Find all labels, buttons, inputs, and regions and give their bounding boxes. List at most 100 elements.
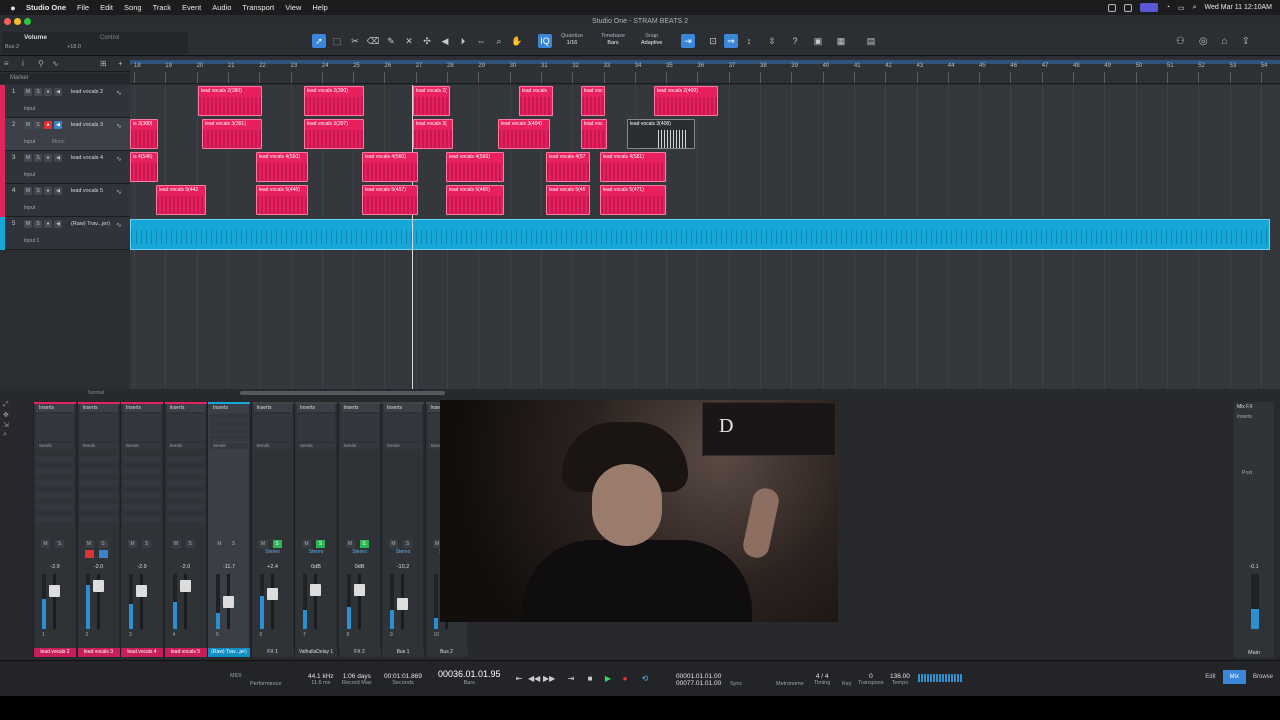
routing-slot[interactable] bbox=[79, 504, 118, 510]
rocket-icon[interactable]: ⇪ bbox=[1242, 36, 1250, 47]
input-icon[interactable]: ⇲ bbox=[3, 421, 31, 431]
channel-fader-track[interactable] bbox=[314, 574, 317, 629]
snap-group[interactable]: Snap Adaptive bbox=[641, 33, 662, 47]
track-name[interactable]: lead vocals 4 bbox=[71, 155, 117, 161]
menu-transport[interactable]: Transport bbox=[242, 3, 274, 12]
insert-slot[interactable] bbox=[166, 435, 205, 441]
menu-track[interactable]: Track bbox=[153, 3, 171, 12]
pin-icon[interactable]: ✥ bbox=[3, 411, 31, 421]
channel-fader-track[interactable] bbox=[270, 574, 274, 629]
channel-volume[interactable]: -2.9 bbox=[34, 564, 76, 570]
routing-slot[interactable] bbox=[166, 492, 205, 498]
info-icon[interactable]: i bbox=[22, 59, 24, 68]
routing-slot[interactable] bbox=[166, 516, 205, 522]
mute-button[interactable]: M bbox=[302, 540, 311, 548]
fader-knob[interactable] bbox=[179, 580, 191, 592]
audio-clip[interactable]: lead voc bbox=[581, 119, 607, 149]
track-input[interactable]: Input bbox=[24, 205, 35, 211]
insert-slot[interactable] bbox=[384, 414, 422, 420]
insert-slot[interactable] bbox=[36, 421, 74, 427]
sends-header[interactable]: Sends bbox=[253, 443, 292, 449]
autoscroll-icon[interactable]: ⇒ bbox=[724, 34, 738, 48]
channel-volume[interactable]: 0dB bbox=[339, 564, 381, 570]
insert-slot[interactable] bbox=[79, 435, 118, 441]
menu-audio[interactable]: Audio bbox=[212, 3, 231, 12]
inserts-header[interactable]: Inserts bbox=[210, 404, 248, 412]
tab-browse[interactable]: Browse bbox=[1246, 670, 1280, 684]
insert-slot[interactable] bbox=[340, 421, 379, 427]
channel-volume[interactable]: -10.2 bbox=[382, 564, 424, 570]
insert-slot[interactable] bbox=[384, 421, 422, 427]
zoom-window-button[interactable] bbox=[24, 18, 31, 25]
channel-fader-track[interactable] bbox=[53, 574, 56, 629]
automation-icon[interactable]: ∿ bbox=[116, 155, 122, 163]
hand-tool-icon[interactable]: ✋ bbox=[510, 34, 524, 48]
insert-slot[interactable] bbox=[166, 421, 205, 427]
solo-button[interactable]: S bbox=[34, 187, 42, 195]
mixer-channel[interactable]: Inserts Sends M S Stereo 0dB 8 FX 2 bbox=[337, 402, 381, 657]
solo-button[interactable]: S bbox=[272, 540, 282, 548]
routing-slot[interactable] bbox=[79, 480, 118, 486]
fader-knob[interactable] bbox=[353, 584, 365, 596]
mixer-channel[interactable]: Inserts Sends M S Stereo +2.4 6 FX 1 bbox=[250, 402, 294, 657]
insert-slot[interactable] bbox=[253, 414, 292, 420]
routing-slot[interactable] bbox=[166, 480, 205, 486]
inserts-header[interactable]: Inserts bbox=[340, 404, 379, 412]
mute-button[interactable]: M bbox=[24, 187, 32, 195]
solo-button[interactable]: S bbox=[359, 540, 369, 548]
status-icon[interactable] bbox=[1107, 3, 1116, 12]
solo-button[interactable]: S bbox=[229, 540, 238, 548]
audio-clip[interactable]: lead vocals 3(391) bbox=[202, 119, 262, 149]
channel-name[interactable]: lead vocals 2 bbox=[34, 648, 76, 657]
audio-clip[interactable]: is 3(380) bbox=[130, 119, 158, 149]
metronome-control[interactable]: Metronome bbox=[776, 681, 804, 688]
solo-button[interactable]: S bbox=[185, 540, 195, 548]
snap-toggle-icon[interactable]: ⇥ bbox=[681, 34, 695, 48]
channel-name[interactable]: FX 1 bbox=[251, 648, 294, 657]
mixer-channel[interactable]: Inserts Sends M S -2.9 1 lead vocals 2 bbox=[33, 402, 76, 657]
bend-tool-icon[interactable]: ✣ bbox=[420, 34, 434, 48]
home-icon[interactable]: ⌂ bbox=[1222, 36, 1228, 47]
grid-icon[interactable]: ▦ bbox=[834, 34, 848, 48]
horizontal-scrollbar[interactable] bbox=[240, 391, 445, 395]
audio-clip[interactable]: lead vocals 5(465) bbox=[446, 185, 504, 215]
mixer-channel[interactable]: Inserts Sends M S -11.7 5 (Raw) Trav...jer) bbox=[207, 402, 250, 657]
apple-icon[interactable]: ● bbox=[0, 3, 26, 13]
mixer-channel[interactable]: Inserts Sends M S Stereo -10.2 9 Bus 1 bbox=[381, 402, 424, 657]
timing-display[interactable]: 4 / 4 Timing bbox=[814, 673, 830, 687]
solo-button[interactable]: S bbox=[55, 540, 64, 548]
play-button[interactable]: ▶ bbox=[603, 674, 613, 684]
monitor-button[interactable]: ◀ bbox=[54, 88, 62, 96]
automation-icon[interactable]: ∿ bbox=[116, 188, 122, 196]
split-tool-icon[interactable]: ✂ bbox=[348, 34, 362, 48]
routing-slot[interactable] bbox=[36, 492, 74, 498]
mute-button[interactable]: M bbox=[171, 540, 181, 548]
quantize-value[interactable]: 1/16 bbox=[567, 40, 578, 46]
menu-song[interactable]: Song bbox=[124, 3, 142, 12]
menu-file[interactable]: File bbox=[77, 3, 89, 12]
insert-slot[interactable] bbox=[384, 435, 422, 441]
audio-clip[interactable]: lead vocals 5(446) bbox=[256, 185, 308, 215]
quantize-toggle-icon[interactable]: IQ bbox=[538, 34, 552, 48]
insert-slot[interactable] bbox=[79, 414, 118, 420]
sends-header[interactable]: Sends bbox=[384, 443, 422, 449]
audio-clip[interactable]: lead vocals 2( bbox=[413, 86, 450, 116]
track-input[interactable]: Input bbox=[24, 106, 35, 112]
clock[interactable]: Wed Mar 11 12:10AM bbox=[1205, 4, 1272, 11]
sends-header[interactable]: Sends bbox=[297, 443, 335, 449]
mix-fx-label[interactable]: Mix FX bbox=[1237, 404, 1253, 410]
audio-clip[interactable]: lead vocals 4(550) bbox=[256, 152, 308, 182]
routing-slot[interactable] bbox=[79, 492, 118, 498]
insert-slot[interactable] bbox=[340, 414, 379, 420]
track-header[interactable]: 5 M S ● ◀ (Raw) Trav...jer) ∿ Input 1 bbox=[0, 217, 130, 250]
battery-icon[interactable]: ▭ bbox=[1178, 4, 1185, 12]
sends-header[interactable]: Sends bbox=[79, 443, 118, 449]
track-header[interactable]: 1 M S ● ◀ lead vocals 2 ∿ Input bbox=[0, 85, 130, 118]
timebase-value[interactable]: Bars bbox=[607, 40, 618, 46]
fader-knob[interactable] bbox=[223, 596, 234, 608]
insert-slot[interactable] bbox=[36, 428, 74, 434]
sync-control[interactable]: Sync bbox=[730, 681, 742, 688]
insert-slot[interactable] bbox=[79, 421, 118, 427]
inserts-header[interactable]: Inserts bbox=[36, 404, 74, 412]
wifi-icon[interactable]: ◔ bbox=[1166, 4, 1170, 11]
